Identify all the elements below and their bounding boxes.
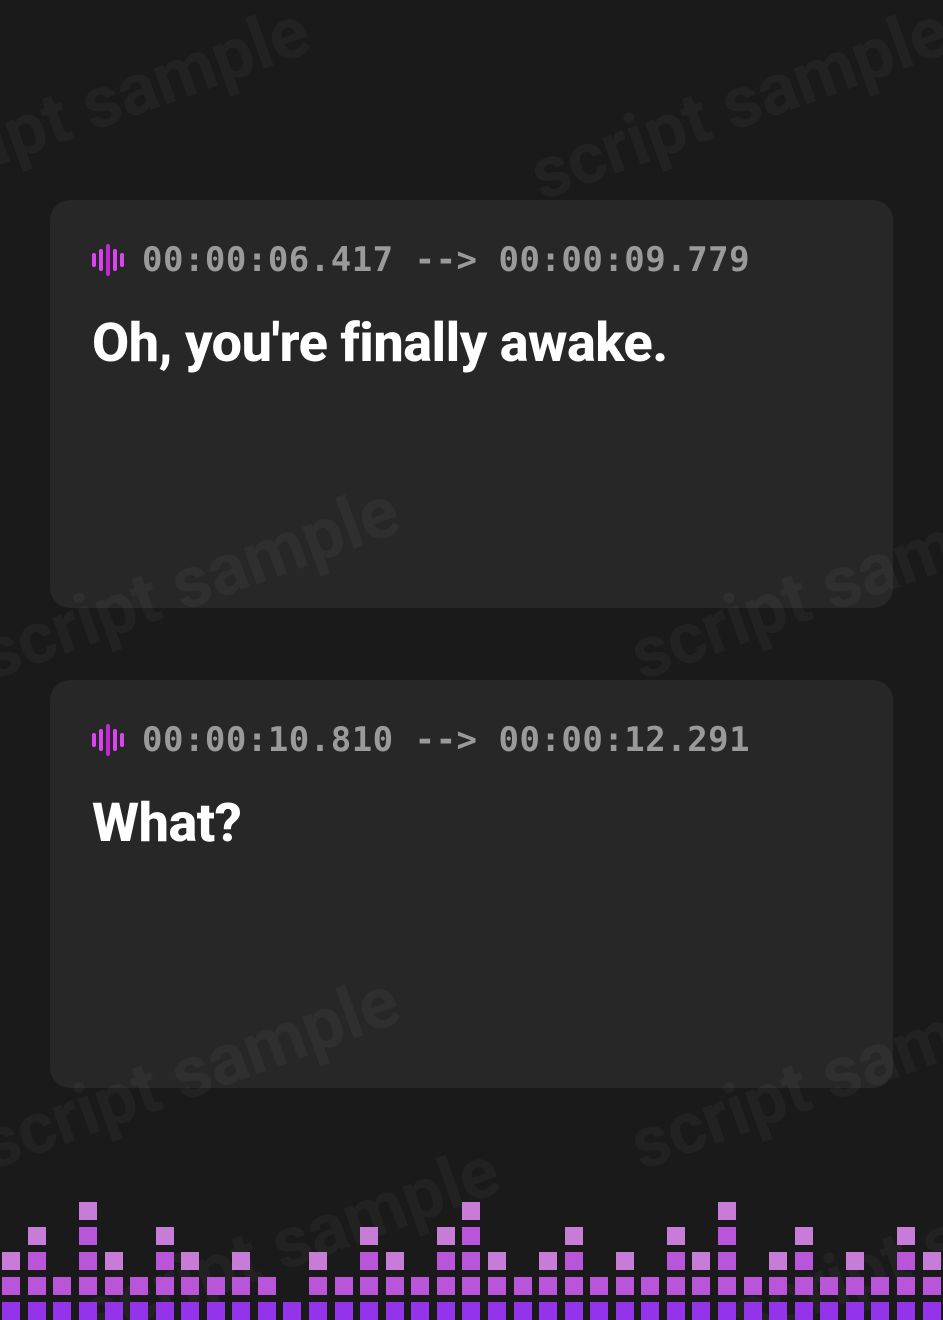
- equalizer-bar: [769, 1252, 788, 1320]
- subtitle-card[interactable]: 00:00:10.810 --> 00:00:12.291 What?: [50, 680, 893, 1088]
- equalizer-bar: [232, 1252, 251, 1320]
- timestamp-value: 00:00:10.810 --> 00:00:12.291: [142, 720, 750, 760]
- equalizer-bar: [385, 1252, 404, 1320]
- timestamp-row: 00:00:06.417 --> 00:00:09.779: [92, 240, 851, 280]
- equalizer-bar: [334, 1277, 353, 1320]
- equalizer-bar: [564, 1227, 583, 1320]
- timestamp-value: 00:00:06.417 --> 00:00:09.779: [142, 240, 750, 280]
- equalizer-bar: [28, 1227, 47, 1320]
- equalizer-bar: [922, 1252, 941, 1320]
- equalizer-bar: [641, 1277, 660, 1320]
- equalizer-bar: [437, 1227, 456, 1320]
- equalizer-bar: [743, 1277, 762, 1320]
- equalizer-bar: [718, 1202, 737, 1320]
- equalizer-bar: [897, 1227, 916, 1320]
- equalizer-bar: [590, 1277, 609, 1320]
- equalizer-bar: [616, 1252, 635, 1320]
- equalizer-bar: [79, 1202, 98, 1320]
- equalizer-bar: [53, 1277, 72, 1320]
- equalizer-bar: [462, 1202, 481, 1320]
- waveform-icon: [92, 244, 124, 276]
- equalizer-bar: [513, 1277, 532, 1320]
- waveform-icon: [92, 724, 124, 756]
- equalizer-bar: [411, 1277, 430, 1320]
- equalizer-bar: [130, 1277, 149, 1320]
- equalizer-bar: [309, 1252, 328, 1320]
- timestamp-row: 00:00:10.810 --> 00:00:12.291: [92, 720, 851, 760]
- subtitle-card[interactable]: 00:00:06.417 --> 00:00:09.779 Oh, you're…: [50, 200, 893, 608]
- equalizer-bar: [155, 1227, 174, 1320]
- equalizer-bar: [283, 1302, 302, 1320]
- equalizer-bar: [794, 1227, 813, 1320]
- equalizer-bar: [871, 1277, 890, 1320]
- equalizer-bar: [488, 1252, 507, 1320]
- subtitle-text: Oh, you're finally awake.: [92, 310, 851, 378]
- equalizer-bar: [2, 1252, 21, 1320]
- subtitle-text: What?: [92, 790, 851, 858]
- equalizer-bar: [692, 1252, 711, 1320]
- equalizer-visualization: [0, 1180, 943, 1320]
- equalizer-bar: [820, 1277, 839, 1320]
- equalizer-bar: [360, 1227, 379, 1320]
- equalizer-bar: [846, 1252, 865, 1320]
- equalizer-bar: [104, 1252, 123, 1320]
- equalizer-bar: [181, 1252, 200, 1320]
- equalizer-bar: [539, 1252, 558, 1320]
- subtitle-list: 00:00:06.417 --> 00:00:09.779 Oh, you're…: [0, 0, 943, 1088]
- equalizer-bar: [258, 1277, 277, 1320]
- equalizer-bar: [207, 1277, 226, 1320]
- equalizer-bar: [667, 1227, 686, 1320]
